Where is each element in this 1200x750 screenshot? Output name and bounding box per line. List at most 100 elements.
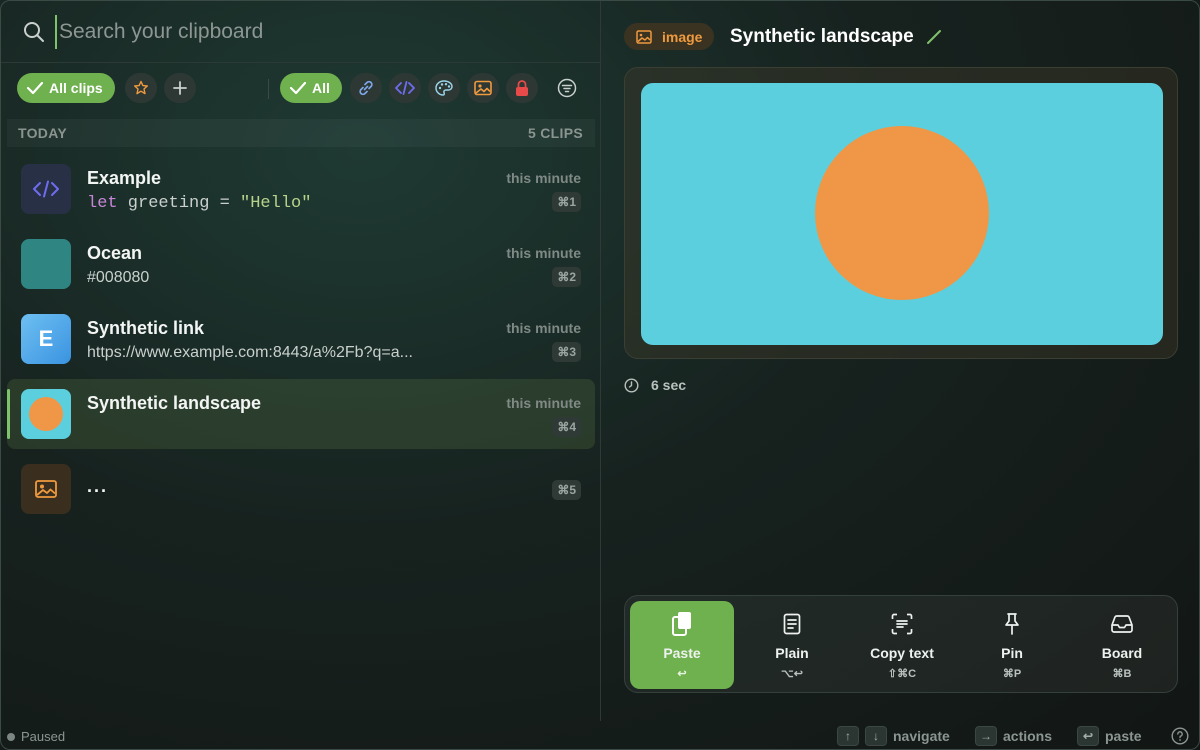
plain-label: Plain <box>775 645 809 661</box>
clip-item[interactable]: Example let greeting = "Hello" this minu… <box>7 154 595 224</box>
search-icon <box>23 21 45 43</box>
clipboard-window: All clips All <box>0 0 1200 750</box>
plain-shortcut: ⌥↩ <box>781 668 803 680</box>
clip-preview: https://www.example.com:8443/a%2Fb?q=a..… <box>87 344 413 361</box>
clip-count: 5 CLIPS <box>527 125 583 141</box>
images-filter-button[interactable] <box>467 73 499 103</box>
clip-preview: #008080 <box>87 269 150 286</box>
thumbnail-sun <box>29 397 63 431</box>
type-badge: image <box>624 23 715 50</box>
add-board-button[interactable] <box>164 73 196 103</box>
clip-shortcut: ⌘5 <box>552 480 581 500</box>
all-types-label: All <box>312 80 330 96</box>
image-preview <box>641 83 1163 345</box>
preview-pane: image Synthetic landscape 6 sec Paste ↩ … <box>602 1 1199 721</box>
navigate-hint: ↑ ↓ navigate <box>837 726 950 746</box>
edit-title-icon[interactable] <box>926 29 942 50</box>
code-text: greeting = <box>117 194 241 213</box>
section-label: TODAY <box>18 125 67 141</box>
plus-icon <box>173 81 187 95</box>
navigate-label: navigate <box>893 728 950 744</box>
board-button[interactable]: Board ⌘B <box>1070 601 1174 689</box>
copy-text-shortcut: ⇧⌘C <box>887 668 917 680</box>
type-label: image <box>662 28 703 45</box>
pin-label: Pin <box>1001 645 1023 661</box>
clip-item[interactable]: Ocean #008080 this minute ⌘2 <box>7 229 595 299</box>
clip-item[interactable]: E Synthetic link https://www.example.com… <box>7 304 595 374</box>
checkmark-icon <box>290 81 306 95</box>
text-scan-icon <box>891 613 913 635</box>
code-keyword: let <box>87 194 118 213</box>
filter-icon <box>557 78 577 98</box>
favorites-filter-button[interactable] <box>125 73 157 103</box>
clip-time: this minute <box>506 245 581 261</box>
color-swatch <box>21 239 71 289</box>
all-clips-label: All clips <box>49 80 103 96</box>
actions-hint: → actions <box>975 726 1052 746</box>
tray-icon <box>1111 615 1133 633</box>
actions-label: actions <box>1003 728 1053 744</box>
links-filter-button[interactable] <box>350 73 382 103</box>
paste-label: Paste <box>663 645 701 661</box>
clip-item[interactable]: ... ⌘5 <box>7 454 595 524</box>
selection-indicator <box>7 389 10 439</box>
clip-item-selected[interactable]: Synthetic landscape this minute ⌘4 <box>7 379 595 449</box>
clip-preview-code: let greeting = "Hello" <box>87 194 311 213</box>
plain-paste-button[interactable]: Plain ⌥↩ <box>740 601 844 689</box>
clip-title: Synthetic landscape <box>87 393 262 413</box>
clip-shortcut: ⌘4 <box>552 417 581 437</box>
checkmark-icon <box>27 81 43 95</box>
return-icon: ↩ <box>1077 726 1099 746</box>
image-preview-frame <box>624 67 1178 359</box>
status-indicator[interactable]: Paused <box>7 729 65 744</box>
link-icon <box>359 80 373 96</box>
board-label: Board <box>1101 645 1143 661</box>
status-text: Paused <box>21 729 66 744</box>
star-icon <box>134 80 148 95</box>
clip-time: this minute <box>506 170 581 186</box>
more-filters-button[interactable] <box>551 73 583 103</box>
search-bar <box>1 1 601 63</box>
search-input[interactable] <box>55 15 575 49</box>
colors-filter-button[interactable] <box>428 73 460 103</box>
paste-button[interactable]: Paste ↩ <box>630 601 734 689</box>
help-icon[interactable] <box>1171 727 1189 749</box>
clip-time: this minute <box>506 320 581 336</box>
clip-thumbnail <box>21 164 71 214</box>
code-icon <box>395 81 415 95</box>
board-shortcut: ⌘B <box>1112 668 1132 680</box>
image-thumbnail <box>21 389 71 439</box>
image-icon <box>636 29 652 44</box>
pin-shortcut: ⌘P <box>1002 668 1022 680</box>
all-clips-filter-button[interactable]: All clips <box>17 73 115 103</box>
passwords-filter-button[interactable] <box>506 73 538 103</box>
arrow-up-icon: ↑ <box>837 726 859 746</box>
filter-bar: All clips All <box>17 73 597 103</box>
image-icon <box>474 80 492 96</box>
clip-shortcut: ⌘1 <box>552 192 581 212</box>
action-bar: Paste ↩ Plain ⌥↩ Copy text ⇧⌘C Pin ⌘P Bo… <box>624 595 1178 693</box>
clip-age-text: 6 sec <box>651 377 687 393</box>
clock-icon <box>624 377 639 393</box>
preview-title: Synthetic landscape <box>730 26 914 47</box>
all-types-filter-button[interactable]: All <box>280 73 342 103</box>
clip-shortcut: ⌘3 <box>552 342 581 362</box>
code-string: "Hello" <box>240 194 312 213</box>
status-dot <box>7 732 15 741</box>
clip-title: Synthetic link <box>87 318 205 338</box>
code-icon <box>33 180 59 198</box>
lock-icon <box>516 79 528 96</box>
favicon-letter: E <box>38 326 54 351</box>
section-header-today: TODAY 5 CLIPS <box>7 119 595 147</box>
preview-sun-circle <box>815 126 989 300</box>
pin-icon <box>1005 613 1019 635</box>
document-icon <box>783 613 801 635</box>
pin-button[interactable]: Pin ⌘P <box>960 601 1064 689</box>
copy-text-label: Copy text <box>870 645 934 661</box>
copy-text-button[interactable]: Copy text ⇧⌘C <box>850 601 954 689</box>
clip-list-pane: All clips All <box>1 1 601 721</box>
paste-hint: ↩ paste <box>1077 726 1142 746</box>
filter-divider <box>268 79 269 99</box>
code-filter-button[interactable] <box>389 73 421 103</box>
link-favicon: E <box>21 314 71 364</box>
